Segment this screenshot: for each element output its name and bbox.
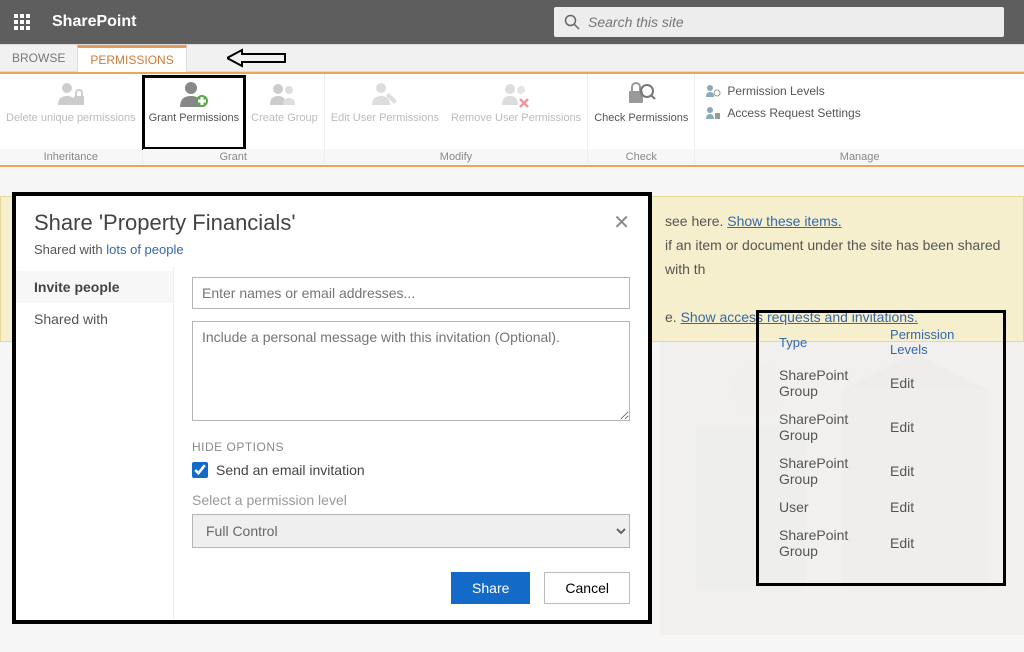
permission-level-select[interactable]: Full Control [192, 514, 630, 548]
permissions-table-container: Type Permission Levels SharePoint GroupE… [756, 310, 1006, 586]
share-dialog: Share 'Property Financials' ✕ Shared wit… [12, 192, 652, 624]
close-icon: ✕ [613, 212, 630, 234]
delete-unique-permissions-button[interactable]: Delete unique permissions [0, 76, 142, 149]
table-row[interactable]: SharePoint GroupEdit [773, 521, 989, 565]
search-icon [564, 14, 580, 30]
search-box[interactable] [554, 7, 1004, 37]
ribbon-group-inheritance: Delete unique permissions Inheritance [0, 74, 143, 165]
app-launcher-button[interactable] [0, 0, 44, 44]
ribbon: Delete unique permissions Inheritance Gr… [0, 72, 1024, 167]
close-button[interactable]: ✕ [613, 210, 630, 235]
names-input[interactable] [192, 277, 630, 309]
cancel-button[interactable]: Cancel [544, 572, 630, 604]
tab-row: BROWSE PERMISSIONS [0, 44, 1024, 72]
nav-shared-with[interactable]: Shared with [16, 303, 173, 335]
waffle-icon [14, 14, 30, 30]
edit-user-permissions-button[interactable]: Edit User Permissions [325, 76, 445, 149]
tab-browse[interactable]: BROWSE [0, 45, 77, 71]
show-items-link[interactable]: Show these items. [727, 213, 841, 229]
people-gear-icon [705, 83, 721, 99]
send-email-row[interactable]: Send an email invitation [192, 462, 630, 478]
annotation-arrow [227, 45, 287, 71]
table-row[interactable]: SharePoint GroupEdit [773, 405, 989, 449]
permission-levels-link[interactable]: Permission Levels [705, 80, 1014, 102]
table-row[interactable]: SharePoint GroupEdit [773, 449, 989, 493]
group-icon [268, 79, 300, 111]
create-group-button[interactable]: Create Group [245, 76, 324, 149]
dialog-nav: Invite people Shared with [16, 267, 174, 620]
col-permission-levels[interactable]: Permission Levels [884, 323, 989, 361]
table-row[interactable]: UserEdit [773, 493, 989, 521]
search-input[interactable] [588, 14, 994, 30]
people-lock-icon [55, 79, 87, 111]
ribbon-group-manage: Permission Levels Access Request Setting… [695, 74, 1024, 165]
share-button[interactable]: Share [451, 572, 530, 604]
shared-with-summary: Shared with lots of people [16, 242, 648, 267]
send-email-checkbox[interactable] [192, 462, 208, 478]
message-textarea[interactable] [192, 321, 630, 421]
person-edit-icon [369, 79, 401, 111]
dialog-title: Share 'Property Financials' [34, 210, 296, 236]
person-add-icon [178, 79, 210, 111]
col-type[interactable]: Type [773, 323, 884, 361]
check-permissions-button[interactable]: Check Permissions [588, 76, 694, 149]
grant-permissions-button[interactable]: Grant Permissions [143, 76, 245, 149]
nav-invite-people[interactable]: Invite people [16, 271, 173, 303]
ribbon-group-modify: Edit User Permissions Remove User Permis… [325, 74, 588, 165]
permission-level-label: Select a permission level [192, 492, 630, 508]
people-settings-icon [705, 105, 721, 121]
hide-options-toggle[interactable]: HIDE OPTIONS [192, 440, 630, 454]
suite-bar: SharePoint [0, 0, 1024, 44]
brand-label: SharePoint [52, 13, 136, 31]
tab-permissions[interactable]: PERMISSIONS [77, 45, 186, 72]
access-request-settings-link[interactable]: Access Request Settings [705, 102, 1014, 124]
ribbon-group-check: Check Permissions Check [588, 74, 695, 165]
search-lock-icon [625, 79, 657, 111]
remove-user-permissions-button[interactable]: Remove User Permissions [445, 76, 587, 149]
shared-with-link[interactable]: lots of people [106, 242, 183, 257]
table-row[interactable]: SharePoint GroupEdit [773, 361, 989, 405]
person-remove-icon [500, 79, 532, 111]
ribbon-group-grant: Grant Permissions Create Group Grant [143, 74, 325, 165]
